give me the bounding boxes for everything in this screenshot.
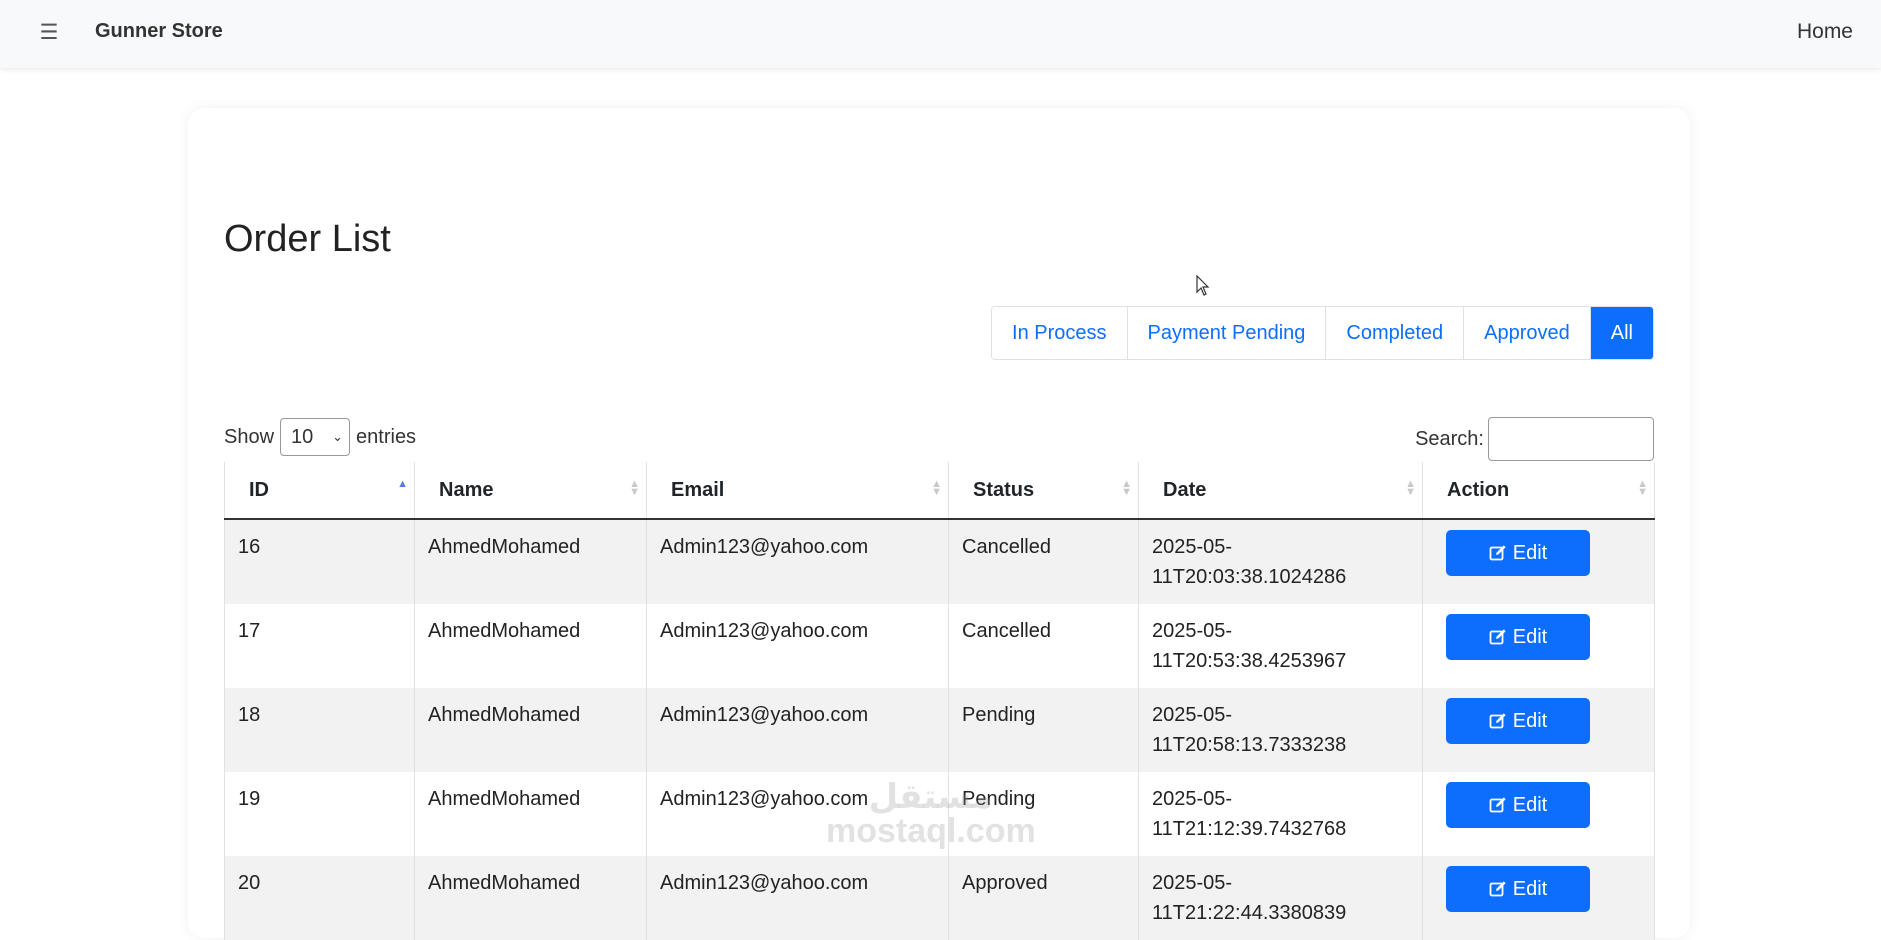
edit-icon [1489, 797, 1506, 813]
status-filter-group: In Process Payment Pending Completed App… [991, 306, 1654, 360]
column-header-email[interactable]: Email ▲ ▼ [646, 462, 949, 520]
table-row: 18 AhmedMohamed Admin123@yahoo.com Pending 2… [224, 688, 1655, 772]
sort-icon: ▲ ▼ [1121, 478, 1132, 498]
cell-email: Admin123@yahoo.com [646, 856, 949, 940]
edit-button-label: Edit [1512, 710, 1548, 732]
edit-button[interactable]: Edit [1446, 782, 1590, 828]
table-header-row: ID ▲ Name ▲ ▼ Email ▲ ▼ Status ▲ ▼ Date ▲ ▼ … [224, 462, 1655, 520]
table-body: 16 AhmedMohamed Admin123@yahoo.com Cancelle… [224, 519, 1655, 940]
search-label: Search: [1415, 427, 1484, 450]
page-title: Order List [224, 218, 391, 260]
cell-action: Edit [1422, 772, 1655, 856]
orders-table: ID ▲ Name ▲ ▼ Email ▲ ▼ Status ▲ ▼ Date ▲ ▼ … [224, 462, 1655, 940]
edit-button[interactable]: Edit [1446, 530, 1590, 576]
edit-button-label: Edit [1512, 794, 1548, 816]
cell-id: 16 [224, 519, 415, 604]
entries-select[interactable]: 10 ⌄ [280, 418, 351, 456]
cell-email: Admin123@yahoo.com [646, 604, 949, 688]
top-navbar: ☰ Gunner Store Home [0, 0, 1881, 68]
cell-id: 18 [224, 688, 415, 772]
cell-name: AhmedMohamed [414, 856, 647, 940]
cell-email: Admin123@yahoo.com [646, 688, 949, 772]
edit-button[interactable]: Edit [1446, 866, 1590, 912]
cell-email: Admin123@yahoo.com [646, 772, 949, 856]
cell-date: 2025-05- 11T21:12:39.7432768 [1138, 772, 1423, 856]
mouse-cursor-icon [1196, 275, 1210, 296]
cell-status: Approved [948, 856, 1139, 940]
edit-icon [1489, 881, 1506, 897]
cell-id: 17 [224, 604, 415, 688]
edit-icon [1489, 713, 1506, 729]
edit-button[interactable]: Edit [1446, 698, 1590, 744]
cell-date: 2025-05- 11T21:22:44.3380839 [1138, 856, 1423, 940]
column-header-action[interactable]: Action ▲ ▼ [1422, 462, 1655, 520]
cell-status: Cancelled [948, 604, 1139, 688]
table-row: 17 AhmedMohamed Admin123@yahoo.com Cancelle… [224, 604, 1655, 688]
show-label: Show [224, 425, 275, 448]
cell-id: 20 [224, 856, 415, 940]
search-input[interactable] [1488, 417, 1654, 461]
cell-date: 2025-05- 11T20:58:13.7333238 [1138, 688, 1423, 772]
column-header-date[interactable]: Date ▲ ▼ [1138, 462, 1423, 520]
table-row: 16 AhmedMohamed Admin123@yahoo.com Cancelle… [224, 519, 1655, 604]
chevron-down-icon: ⌄ [332, 429, 344, 444]
cell-status: Cancelled [948, 519, 1139, 604]
cell-action: Edit [1422, 604, 1655, 688]
cell-name: AhmedMohamed [414, 519, 647, 604]
entries-length-control: Show 10 ⌄ entries [224, 418, 416, 456]
cell-name: AhmedMohamed [414, 604, 647, 688]
cell-name: AhmedMohamed [414, 772, 647, 856]
hamburger-icon[interactable]: ☰ [36, 18, 62, 48]
column-header-name[interactable]: Name ▲ ▼ [414, 462, 647, 520]
edit-icon [1489, 545, 1506, 561]
filter-all-button[interactable]: All [1590, 307, 1653, 359]
filter-completed-button[interactable]: Completed [1326, 307, 1465, 359]
cell-action: Edit [1422, 856, 1655, 940]
edit-icon [1489, 629, 1506, 645]
sort-icon: ▲ ▼ [931, 478, 942, 498]
table-search: Search: [1415, 417, 1654, 461]
sort-icon: ▲ ▼ [629, 478, 640, 498]
table-row: 19 AhmedMohamed Admin123@yahoo.com Pending 2… [224, 772, 1655, 856]
filter-approved-button[interactable]: Approved [1464, 307, 1591, 359]
sort-icon: ▲ ▼ [1405, 478, 1416, 498]
sort-icon: ▲ ▼ [1637, 478, 1648, 498]
edit-button-label: Edit [1512, 878, 1548, 900]
edit-button-label: Edit [1512, 542, 1548, 564]
cell-name: AhmedMohamed [414, 688, 647, 772]
cell-action: Edit [1422, 519, 1655, 604]
entries-label: entries [356, 425, 417, 448]
table-row: 20 AhmedMohamed Admin123@yahoo.com Approved… [224, 856, 1655, 940]
filter-payment-pending-button[interactable]: Payment Pending [1127, 307, 1327, 359]
edit-button[interactable]: Edit [1446, 614, 1590, 660]
cell-email: Admin123@yahoo.com [646, 519, 949, 604]
cell-status: Pending [948, 688, 1139, 772]
home-link[interactable]: Home [1797, 20, 1853, 44]
cell-action: Edit [1422, 688, 1655, 772]
filter-in-process-button[interactable]: In Process [992, 307, 1128, 359]
cell-status: Pending [948, 772, 1139, 856]
sort-asc-icon: ▲ [397, 478, 408, 490]
column-header-id[interactable]: ID ▲ [224, 462, 415, 520]
brand-name[interactable]: Gunner Store [95, 20, 223, 43]
cell-date: 2025-05- 11T20:53:38.4253967 [1138, 604, 1423, 688]
edit-button-label: Edit [1512, 626, 1548, 648]
entries-value: 10 [291, 425, 314, 448]
cell-id: 19 [224, 772, 415, 856]
column-header-status[interactable]: Status ▲ ▼ [948, 462, 1139, 520]
cell-date: 2025-05- 11T20:03:38.1024286 [1138, 519, 1423, 604]
